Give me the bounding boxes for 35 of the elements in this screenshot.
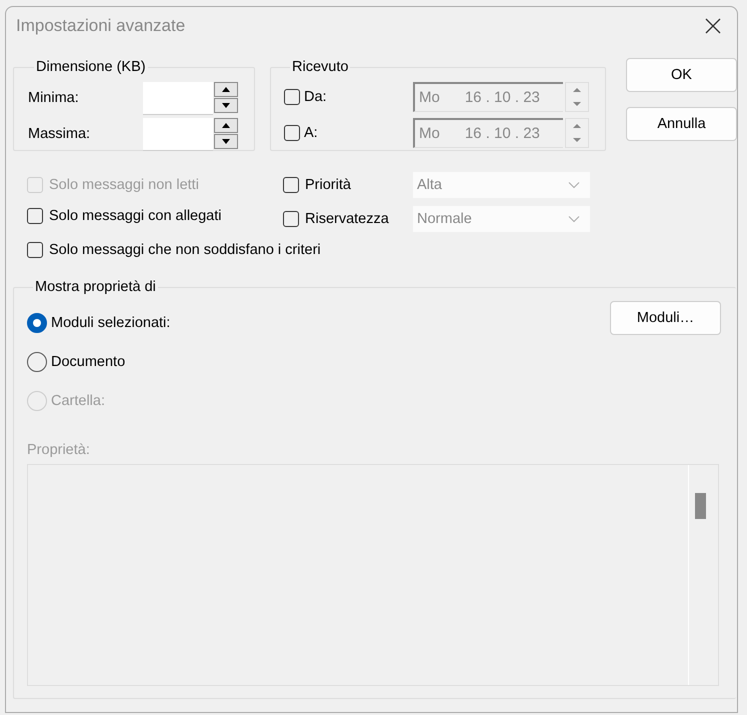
checkbox-label: Solo messaggi con allegati — [49, 208, 222, 224]
group-title: Dimensione (KB) — [35, 59, 147, 75]
field-label: Minima: — [28, 90, 80, 106]
checkbox[interactable] — [284, 89, 300, 105]
radio-label: Moduli selezionati: — [51, 315, 170, 331]
window-title: Impostazioni avanzate — [16, 16, 186, 36]
checkbox-label: Da: — [304, 89, 328, 105]
radio-label: Cartella: — [51, 393, 105, 409]
chevron-down-icon — [568, 215, 580, 223]
field-label: Massima: — [28, 126, 92, 142]
checkbox[interactable] — [27, 242, 43, 258]
date-field[interactable]: Mo 16 . 10 . 23 — [413, 82, 563, 112]
checkbox-label: Solo messaggi non letti — [49, 177, 199, 193]
radio-button[interactable] — [27, 352, 47, 372]
checkbox[interactable] — [284, 125, 300, 141]
dialog-button[interactable]: OK — [626, 58, 737, 92]
chevron-down-icon — [568, 181, 580, 189]
group-title: Mostra proprietà di — [34, 279, 157, 295]
checkbox-label: A: — [304, 125, 319, 141]
forms-button[interactable]: Moduli… — [610, 301, 721, 335]
checkbox[interactable] — [27, 208, 43, 224]
checkbox[interactable] — [283, 177, 299, 193]
checkbox-label: Priorità — [305, 177, 352, 193]
dropdown[interactable]: Normale — [412, 205, 591, 233]
checkbox[interactable] — [283, 211, 299, 227]
group-title: Ricevuto — [291, 59, 350, 75]
dialog-button[interactable]: Annulla — [626, 107, 737, 141]
dropdown[interactable]: Alta — [412, 171, 591, 199]
checkbox-label: Riservatezza — [305, 211, 390, 227]
close-icon[interactable] — [705, 18, 721, 34]
date-field[interactable]: Mo 16 . 10 . 23 — [413, 118, 563, 148]
list-label: Proprietà: — [27, 442, 91, 458]
checkbox-label: Solo messaggi che non soddisfano i criteri — [49, 242, 321, 258]
radio-label: Documento — [51, 354, 126, 370]
radio-button[interactable] — [27, 313, 47, 333]
